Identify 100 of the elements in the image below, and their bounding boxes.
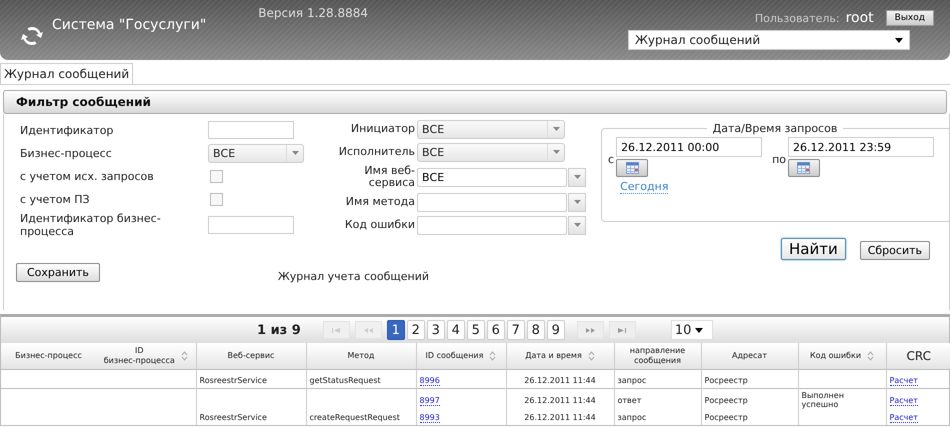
- page-button[interactable]: 3: [426, 320, 445, 340]
- page-button[interactable]: 7: [506, 320, 525, 340]
- to-label: по: [772, 153, 786, 166]
- calendar-icon: [797, 162, 810, 174]
- app-title: Система "Госуслуги": [52, 17, 206, 33]
- column-header[interactable]: направление сообщения: [614, 343, 701, 370]
- caret-icon: [552, 127, 560, 131]
- next-page-button[interactable]: [576, 321, 604, 339]
- table-cell: 26.12.2011 11:44: [524, 412, 596, 422]
- find-button[interactable]: Найти: [781, 238, 846, 260]
- caret-icon: [574, 175, 580, 179]
- column-header[interactable]: Метод: [306, 343, 416, 370]
- select-field[interactable]: ВСЕ: [417, 120, 565, 138]
- caret-icon: [292, 151, 298, 155]
- dropdown-button[interactable]: [568, 216, 586, 234]
- sort-icon: [180, 351, 188, 361]
- combo-field[interactable]: ВСЕ: [417, 168, 567, 186]
- select-field[interactable]: ВСЕ: [417, 142, 565, 162]
- column-header[interactable]: ID сообщения: [416, 343, 506, 370]
- column-header[interactable]: Дата и время: [506, 343, 614, 370]
- journal-caption: Журнал учета сообщений: [278, 270, 430, 283]
- date-field[interactable]: 26.12.2011 00:00: [616, 137, 762, 157]
- column-header[interactable]: Веб-сервис: [196, 343, 306, 370]
- date-range-legend: Дата/Время запросов: [706, 122, 844, 135]
- checkbox[interactable]: [210, 192, 223, 206]
- input-field[interactable]: [208, 216, 294, 234]
- caret-icon: [552, 150, 560, 154]
- page-button[interactable]: 9: [546, 320, 565, 340]
- column-header[interactable]: Адресат: [701, 343, 798, 370]
- page-button[interactable]: 5: [466, 320, 485, 340]
- crc-link[interactable]: Расчет: [890, 412, 918, 422]
- field-label: Идентификатор: [20, 122, 114, 138]
- user-label: Пользователь:: [754, 12, 840, 24]
- save-button[interactable]: Сохранить: [16, 263, 100, 282]
- last-page-icon: [618, 328, 626, 332]
- first-page-icon: [332, 328, 340, 332]
- dropdown-button[interactable]: [568, 192, 586, 212]
- table-cell: Выполнен успешно: [802, 391, 844, 409]
- field-label: Инициатор: [350, 121, 415, 137]
- field-label: с учетом ПЗ: [20, 192, 91, 208]
- from-label: с: [608, 153, 614, 166]
- caret-icon: [574, 200, 580, 204]
- field-label: Идентификатор бизнес-процесса: [20, 212, 162, 238]
- table-cell: запрос: [618, 376, 646, 384]
- page-button[interactable]: 6: [486, 320, 505, 340]
- crc-link[interactable]: Расчет: [890, 376, 918, 386]
- column-header[interactable]: Бизнес-процесс: [1, 343, 96, 370]
- column-header[interactable]: ID бизнес-процесса: [96, 343, 196, 370]
- crc-link[interactable]: Расчет: [890, 396, 918, 406]
- column-header[interactable]: CRC: [886, 343, 950, 370]
- message-id-link[interactable]: 8993: [420, 412, 440, 422]
- today-link[interactable]: Сегодня: [620, 180, 668, 194]
- page-size-select[interactable]: 10: [670, 320, 713, 340]
- table-cell: RosreestrService: [200, 376, 267, 384]
- calendar-icon: [626, 162, 639, 174]
- caret-icon: [574, 223, 580, 227]
- last-page-button[interactable]: [608, 321, 636, 339]
- reset-button[interactable]: Сбросить: [860, 241, 930, 260]
- tab[interactable]: Журнал сообщений: [0, 63, 134, 84]
- table-cell: Росреестр: [704, 412, 748, 422]
- fast-forward-icon: [586, 328, 595, 332]
- section-select[interactable]: Журнал сообщений: [628, 30, 910, 50]
- rewind-icon: [364, 328, 373, 332]
- checkbox[interactable]: [210, 170, 223, 182]
- field-label: с учетом исх. запросов: [20, 168, 155, 184]
- table-cell: 26.12.2011 11:44: [524, 396, 596, 404]
- page-button[interactable]: 8: [526, 320, 545, 340]
- message-id-link[interactable]: 8996: [420, 376, 440, 386]
- sort-icon: [489, 351, 496, 361]
- caret-icon: [895, 38, 903, 42]
- page-button[interactable]: 2: [406, 320, 425, 340]
- filter-title: Фильтр сообщений: [16, 95, 151, 109]
- sort-icon: [867, 351, 874, 361]
- combo-field[interactable]: [417, 192, 567, 212]
- refresh-arrows-icon: [20, 24, 44, 48]
- field-label: Исполнитель: [338, 144, 415, 160]
- page-button[interactable]: 4: [446, 320, 465, 340]
- field-label: Бизнес-процесс: [20, 146, 113, 162]
- field-label: Код ошибки: [344, 217, 415, 233]
- field-label: Имя метода: [344, 194, 415, 210]
- calendar-button[interactable]: [616, 159, 648, 177]
- table-cell: Росреестр: [704, 376, 748, 384]
- table-cell: 26.12.2011 11:44: [524, 376, 596, 384]
- column-header[interactable]: Код ошибки: [798, 343, 886, 370]
- combo-field[interactable]: [417, 216, 567, 234]
- calendar-button[interactable]: [788, 159, 820, 177]
- date-field[interactable]: 26.12.2011 23:59: [788, 137, 934, 157]
- logout-button[interactable]: Выход: [886, 10, 934, 26]
- table-cell: getStatusRequest: [310, 376, 381, 384]
- table-cell: RosreestrService: [200, 412, 267, 422]
- page-button[interactable]: 1: [386, 320, 405, 340]
- version-label: Версия 1.28.8884: [258, 6, 368, 20]
- input-field[interactable]: [208, 121, 294, 139]
- select-field[interactable]: ВСЕ: [208, 144, 304, 162]
- field-label: Имя веб-сервиса: [363, 165, 415, 189]
- sort-icon: [588, 351, 595, 361]
- caret-icon: [695, 328, 704, 332]
- table-cell: createRequestRequest: [310, 412, 400, 422]
- dropdown-button[interactable]: [568, 168, 586, 186]
- message-id-link[interactable]: 8997: [420, 396, 440, 406]
